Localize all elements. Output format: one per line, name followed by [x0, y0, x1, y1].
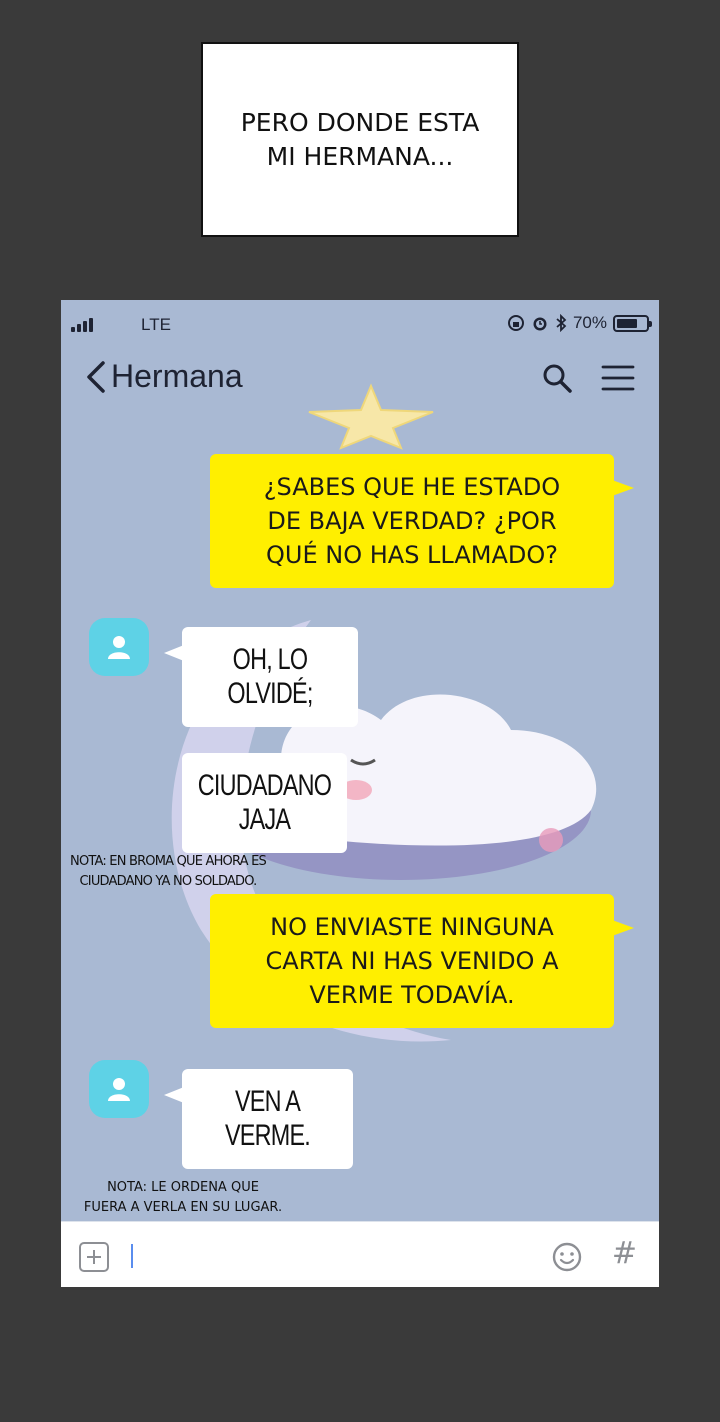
- caption-box: PERO DONDE ESTA MI HERMANA...: [201, 42, 519, 237]
- carrier-label: LTE: [141, 315, 171, 334]
- chat-header: Hermana: [61, 350, 659, 406]
- note-line: NOTA: LE ORDENA QUE: [107, 1180, 259, 1195]
- avatar[interactable]: [89, 1060, 149, 1118]
- hashtag-button[interactable]: #: [612, 1236, 637, 1271]
- caption-line-2: MI HERMANA...: [266, 141, 454, 171]
- message-text: OH, LO OLVIDÉ;: [227, 643, 313, 710]
- message-line: DE BAJA VERDAD? ¿POR: [267, 507, 557, 535]
- back-button[interactable]: Hermana: [85, 358, 243, 395]
- note-line: CIUDADANO YA NO SOLDADO.: [79, 874, 258, 889]
- message-line: ¿SABES QUE HE ESTADO: [263, 473, 561, 501]
- translator-note: NOTA: LE ORDENA QUE FUERA A VERLA EN SU …: [63, 1178, 303, 1218]
- message-text: VEN A VERME.: [224, 1085, 311, 1152]
- user-icon: [108, 1078, 130, 1101]
- message-line: VERME TODAVÍA.: [309, 981, 515, 1009]
- received-message-bubble: OH, LO OLVIDÉ;: [164, 627, 358, 727]
- status-right: 70%: [507, 313, 652, 333]
- message-line: QUÉ NO HAS LLAMADO?: [266, 541, 558, 569]
- bluetooth-icon: [556, 314, 567, 332]
- signal-icon: [71, 318, 93, 332]
- chat-title: Hermana: [111, 358, 243, 394]
- phone-screen: LTE 70% Hermana ¿SABES QUE HE ESTADO DE …: [61, 300, 659, 1287]
- sent-message-bubble: ¿SABES QUE HE ESTADO DE BAJA VERDAD? ¿PO…: [210, 454, 634, 588]
- message-text: CIUDADANO JAJA: [197, 769, 332, 836]
- text-cursor: [131, 1244, 133, 1268]
- rotation-lock-icon: [507, 315, 524, 331]
- chevron-left-icon: [87, 360, 105, 393]
- emoji-icon[interactable]: [551, 1241, 583, 1273]
- add-attachment-button[interactable]: [79, 1242, 109, 1272]
- status-bar: LTE 70%: [61, 300, 659, 350]
- user-icon: [108, 636, 130, 659]
- search-icon[interactable]: [541, 362, 573, 394]
- received-message-bubble: CIUDADANO JAJA: [182, 753, 347, 853]
- alarm-icon: [533, 317, 547, 331]
- message-input[interactable]: [137, 1238, 517, 1274]
- message-line: CARTA NI HAS VENIDO A: [265, 947, 559, 975]
- note-line: FUERA A VERLA EN SU LUGAR.: [83, 1200, 283, 1215]
- battery-percent: 70%: [572, 313, 607, 332]
- message-line: NO ENVIASTE NINGUNA: [270, 913, 554, 941]
- sent-message-bubble: NO ENVIASTE NINGUNA CARTA NI HAS VENIDO …: [210, 894, 634, 1028]
- header-actions: [541, 362, 635, 394]
- message-composer: #: [61, 1221, 659, 1287]
- received-message-bubble: VEN A VERME.: [164, 1069, 353, 1169]
- translator-note: NOTA: EN BROMA QUE AHORA ES CIUDADANO YA…: [63, 852, 273, 892]
- note-line: NOTA: EN BROMA QUE AHORA ES: [70, 854, 267, 869]
- menu-icon[interactable]: [601, 362, 635, 394]
- avatar[interactable]: [89, 618, 149, 676]
- battery-icon: [613, 314, 652, 332]
- caption-line-1: PERO DONDE ESTA: [240, 107, 480, 137]
